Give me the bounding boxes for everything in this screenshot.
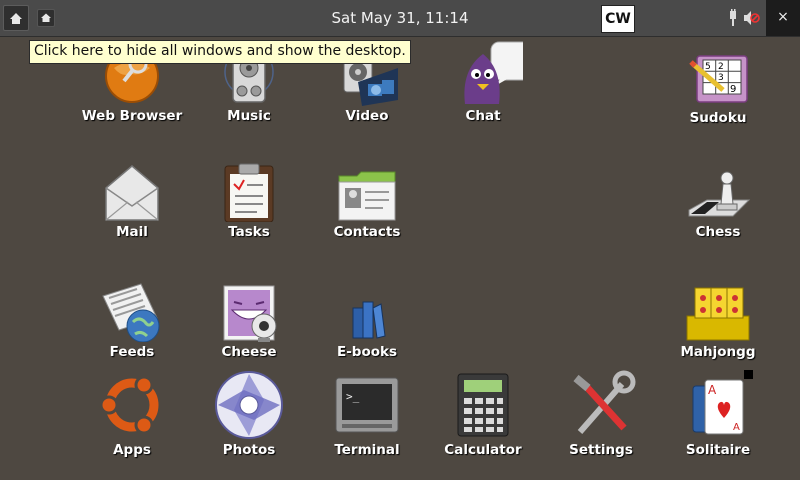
- app-ubuntu-apps[interactable]: Apps: [72, 370, 192, 458]
- svg-text:A: A: [733, 422, 740, 433]
- top-panel: Sat May 31, 11:14 CW ×: [0, 0, 800, 37]
- app-cheese[interactable]: Cheese: [189, 282, 309, 360]
- calculator-icon: [457, 373, 509, 437]
- svg-text:9: 9: [730, 84, 736, 95]
- terminal-icon: >_: [335, 377, 399, 433]
- app-sudoku[interactable]: 5 2 3 9 Sudoku: [658, 52, 778, 126]
- svg-text:5: 5: [705, 62, 711, 72]
- app-contacts[interactable]: Contacts: [307, 162, 427, 240]
- cheese-label: Cheese: [221, 344, 277, 360]
- settings-label: Settings: [569, 442, 633, 458]
- ubuntu-logo-icon: [99, 375, 159, 435]
- chess-icon: [688, 171, 751, 217]
- cw-applet[interactable]: CW: [601, 5, 635, 33]
- app-terminal[interactable]: >_ Terminal: [307, 370, 427, 458]
- ebooks-icon: [352, 301, 386, 339]
- app-mail[interactable]: Mail: [72, 162, 192, 240]
- photos-label: Photos: [222, 442, 276, 458]
- chat-label: Chat: [465, 108, 501, 124]
- music-label: Music: [227, 108, 271, 124]
- contacts-card-icon: [338, 171, 396, 221]
- feeds-label: Feeds: [109, 344, 155, 360]
- photos-aperture-icon: [215, 371, 283, 439]
- settings-tools-icon: [573, 370, 636, 434]
- cw-label: CW: [605, 11, 631, 27]
- tasks-label: Tasks: [228, 224, 270, 240]
- app-photos[interactable]: Photos: [189, 370, 309, 458]
- mahjongg-tiles-icon: [686, 287, 750, 341]
- app-solitaire[interactable]: A A Solitaire: [658, 370, 778, 458]
- power-plug-icon[interactable]: [726, 9, 740, 27]
- svg-text:2: 2: [718, 62, 724, 72]
- mail-envelope-icon: [105, 165, 159, 221]
- volume-muted-icon[interactable]: [742, 9, 760, 27]
- mahjongg-label: Mahjongg: [680, 344, 756, 360]
- svg-text:A: A: [708, 383, 717, 397]
- chess-label: Chess: [695, 224, 741, 240]
- ebooks-label: E-books: [336, 344, 398, 360]
- calculator-label: Calculator: [444, 442, 522, 458]
- video-label: Video: [345, 108, 389, 124]
- terminal-label: Terminal: [334, 442, 400, 458]
- tasks-clipboard-icon: [224, 163, 274, 222]
- app-mahjongg[interactable]: Mahjongg: [658, 282, 778, 360]
- sudoku-label: Sudoku: [689, 110, 747, 126]
- feeds-news-icon: [102, 283, 160, 342]
- app-tasks[interactable]: Tasks: [189, 162, 309, 240]
- svg-text:>_: >_: [346, 390, 360, 403]
- app-chess[interactable]: Chess: [658, 168, 778, 240]
- app-calculator[interactable]: Calculator: [423, 370, 543, 458]
- apps-label: Apps: [113, 442, 151, 458]
- close-button[interactable]: ×: [766, 0, 800, 36]
- solitaire-cards-icon: A A: [692, 379, 744, 435]
- web-browser-label: Web Browser: [81, 108, 183, 124]
- clock[interactable]: Sat May 31, 11:14: [0, 9, 800, 27]
- svg-text:3: 3: [718, 73, 724, 83]
- app-ebooks[interactable]: E-books: [307, 282, 427, 360]
- app-chat[interactable]: Chat: [423, 40, 543, 124]
- show-desktop-tooltip: Click here to hide all windows and show …: [29, 40, 411, 64]
- status-square: [744, 370, 753, 379]
- mail-label: Mail: [116, 224, 148, 240]
- sudoku-icon: 5 2 3 9: [689, 55, 748, 103]
- app-settings[interactable]: Settings: [541, 370, 661, 458]
- app-feeds[interactable]: Feeds: [72, 282, 192, 360]
- chat-pidgin-icon: [464, 41, 523, 104]
- contacts-label: Contacts: [333, 224, 401, 240]
- cheese-webcam-icon: [223, 285, 277, 342]
- solitaire-label: Solitaire: [685, 442, 751, 458]
